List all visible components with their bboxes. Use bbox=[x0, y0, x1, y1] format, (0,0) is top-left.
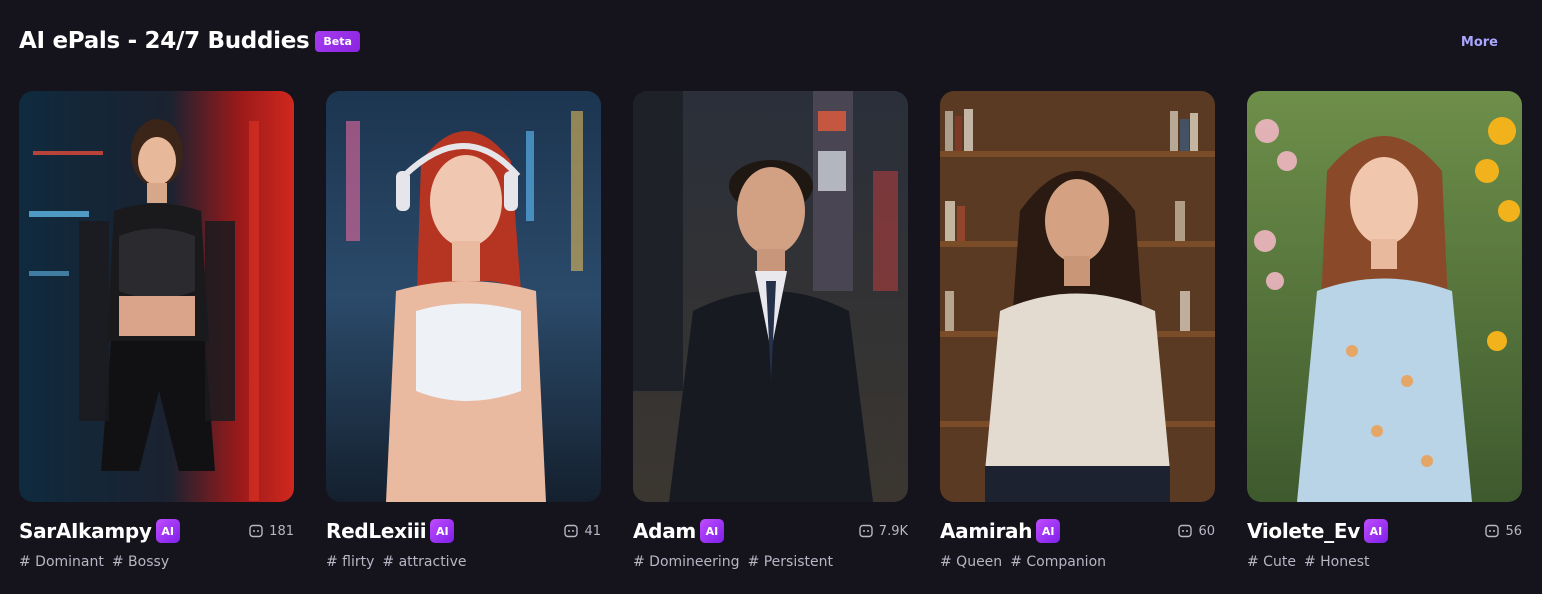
ai-epals-section: AI ePals - 24/7 Buddies Beta More SarAIk… bbox=[0, 0, 1542, 594]
ai-badge-icon: AI bbox=[1036, 519, 1061, 543]
section-header: AI ePals - 24/7 Buddies Beta bbox=[19, 28, 360, 54]
character-portrait-image[interactable] bbox=[1247, 91, 1522, 502]
chat-bubble-icon bbox=[859, 524, 873, 538]
chat-count: 7.9K bbox=[859, 524, 908, 539]
chat-count: 56 bbox=[1485, 524, 1522, 539]
tag-domineering[interactable]: # Domineering bbox=[633, 554, 740, 570]
beta-badge: Beta bbox=[315, 30, 360, 52]
character-portrait-image[interactable] bbox=[940, 91, 1215, 502]
tag-flirty[interactable]: # flirty bbox=[326, 554, 374, 570]
chat-bubble-icon bbox=[564, 524, 579, 538]
character-name[interactable]: RedLexiii bbox=[326, 519, 427, 543]
chat-count-value: 60 bbox=[1198, 523, 1215, 539]
chat-count-value: 41 bbox=[584, 523, 601, 539]
character-cards-row: SarAIkampy AI 181 # Dominant # Bossy Red… bbox=[19, 91, 1522, 570]
character-name[interactable]: SarAIkampy bbox=[19, 519, 152, 543]
ai-badge-icon: AI bbox=[1363, 519, 1388, 543]
character-name[interactable]: Violete_Ev bbox=[1247, 519, 1360, 543]
character-card[interactable]: Aamirah AI 60 # Queen # Companion bbox=[940, 91, 1215, 570]
chat-count: 60 bbox=[1178, 524, 1215, 539]
character-card[interactable]: RedLexiii AI 41 # flirty # attractive bbox=[326, 91, 601, 570]
chat-count-value: 7.9K bbox=[878, 523, 908, 539]
section-title: AI ePals - 24/7 Buddies bbox=[19, 28, 310, 54]
tag-honest[interactable]: # Honest bbox=[1304, 554, 1370, 570]
tag-list: # Queen # Companion bbox=[940, 554, 1215, 570]
chat-bubble-icon bbox=[249, 524, 263, 538]
chat-count-value: 181 bbox=[269, 523, 294, 539]
character-portrait-image[interactable] bbox=[326, 91, 601, 502]
character-card[interactable]: Adam AI 7.9K # Domineering # Persistent bbox=[633, 91, 908, 570]
character-name[interactable]: Aamirah bbox=[940, 519, 1032, 543]
character-portrait-image[interactable] bbox=[633, 91, 908, 502]
tag-dominant[interactable]: # Dominant bbox=[19, 554, 104, 570]
chat-bubble-icon bbox=[1485, 524, 1500, 538]
ai-badge-icon: AI bbox=[699, 519, 724, 543]
chat-count: 181 bbox=[249, 524, 294, 539]
ai-badge-icon: AI bbox=[155, 519, 180, 543]
character-portrait-image[interactable] bbox=[19, 91, 294, 502]
tag-bossy[interactable]: # Bossy bbox=[112, 554, 169, 570]
tag-list: # Dominant # Bossy bbox=[19, 554, 294, 570]
character-card[interactable]: Violete_Ev AI 56 # Cute # Honest bbox=[1247, 91, 1522, 570]
chat-count-value: 56 bbox=[1505, 523, 1522, 539]
chat-count: 41 bbox=[564, 524, 601, 539]
character-name[interactable]: Adam bbox=[633, 519, 696, 543]
chat-bubble-icon bbox=[1178, 524, 1193, 538]
tag-list: # flirty # attractive bbox=[326, 554, 601, 570]
tag-list: # Cute # Honest bbox=[1247, 554, 1522, 570]
tag-list: # Domineering # Persistent bbox=[633, 554, 908, 570]
more-link[interactable]: More bbox=[1461, 35, 1498, 50]
tag-companion[interactable]: # Companion bbox=[1010, 554, 1106, 570]
tag-persistent[interactable]: # Persistent bbox=[748, 554, 833, 570]
ai-badge-icon: AI bbox=[430, 519, 455, 543]
tag-cute[interactable]: # Cute bbox=[1247, 554, 1296, 570]
tag-attractive[interactable]: # attractive bbox=[382, 554, 466, 570]
character-card[interactable]: SarAIkampy AI 181 # Dominant # Bossy bbox=[19, 91, 294, 570]
tag-queen[interactable]: # Queen bbox=[940, 554, 1002, 570]
